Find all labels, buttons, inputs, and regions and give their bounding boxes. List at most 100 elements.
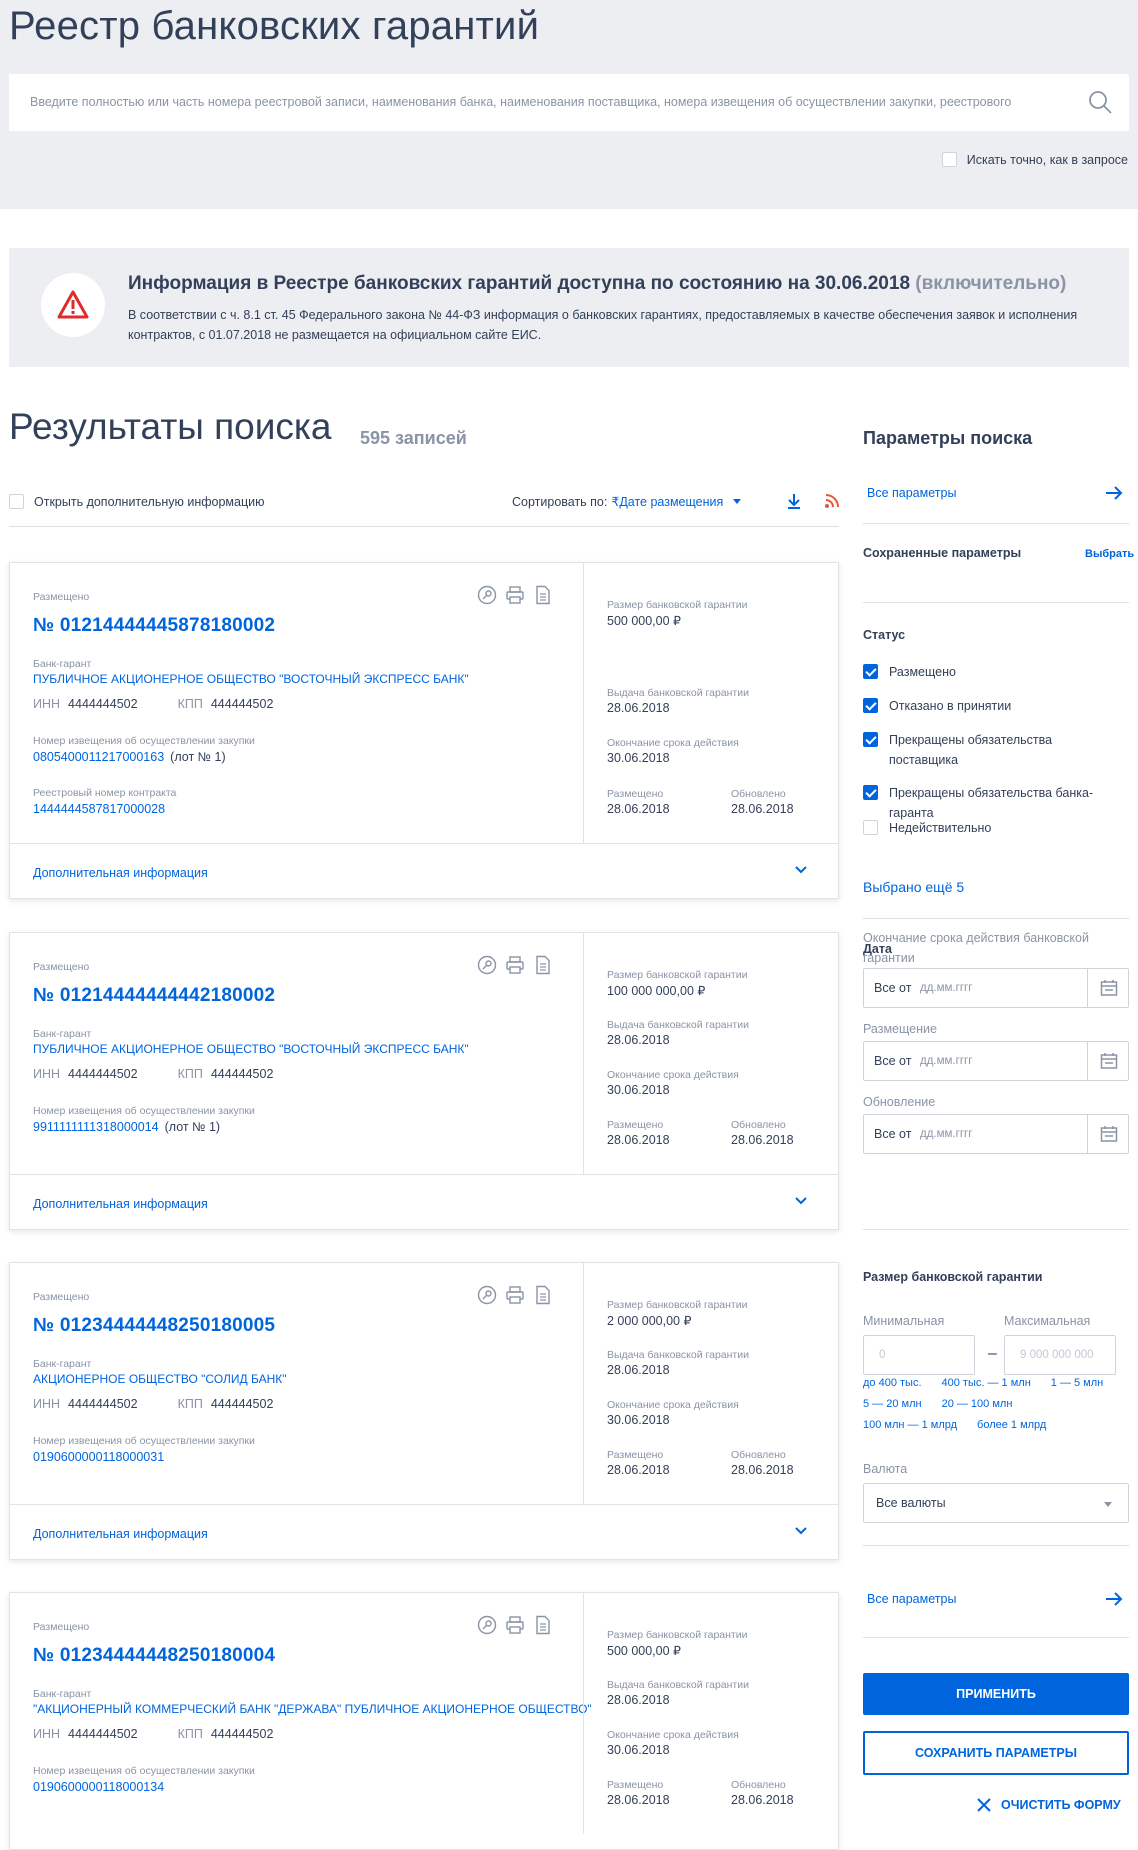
key-icon[interactable]	[477, 955, 497, 975]
contract-number-link[interactable]: 1444444587817000028	[33, 802, 165, 816]
currency-select[interactable]: Все валюты	[863, 1483, 1129, 1523]
max-amount-input[interactable]: 9 000 000 000	[1004, 1335, 1116, 1375]
end-label: Окончание срока действия	[607, 1399, 739, 1411]
bank-name-link[interactable]: ПУБЛИЧНОЕ АКЦИОНЕРНОЕ ОБЩЕСТВО "ВОСТОЧНЫ…	[33, 1042, 469, 1056]
search-input[interactable]: Введите полностью или часть номера реест…	[9, 74, 1129, 131]
more-selected-link[interactable]: Выбрано ещё 5	[863, 879, 964, 895]
status-checkbox[interactable]: Прекращены обязательства поставщика	[863, 730, 1109, 770]
bank-name-link[interactable]: ПУБЛИЧНОЕ АКЦИОНЕРНОЕ ОБЩЕСТВО "ВОСТОЧНЫ…	[33, 672, 469, 686]
notice-number-link[interactable]: 0190600000118000031	[33, 1450, 164, 1464]
end-label: Окончание срока действия	[607, 737, 739, 749]
updated-date: 28.06.2018	[731, 1463, 794, 1477]
end-date: 30.06.2018	[607, 1083, 670, 1097]
registry-number-link[interactable]: № 01214444445878180002	[33, 615, 275, 637]
chip[interactable]: 400 тыс. — 1 млн	[942, 1377, 1031, 1389]
checkbox[interactable]	[863, 698, 878, 713]
checkbox[interactable]	[863, 732, 878, 747]
status-checkbox[interactable]: Отказано в принятии	[863, 696, 1109, 716]
checkbox[interactable]	[9, 494, 24, 509]
card-actions	[477, 585, 553, 605]
additional-info-toggle[interactable]: Дополнительная информация	[10, 1504, 838, 1560]
print-icon[interactable]	[505, 1615, 525, 1635]
chip[interactable]: 100 млн — 1 млрд	[863, 1419, 957, 1431]
arrow-right-icon[interactable]	[1105, 1591, 1123, 1607]
updated-label: Обновлено	[731, 1449, 786, 1461]
card-actions	[477, 1285, 553, 1305]
document-icon[interactable]	[533, 585, 553, 605]
calendar-icon[interactable]	[1100, 979, 1118, 997]
amount-value: 500 000,00 ₽	[607, 614, 681, 628]
chevron-down-icon	[733, 499, 742, 504]
sort-control[interactable]: Сортировать по: ₹Дате размещения	[512, 494, 742, 509]
document-icon[interactable]	[533, 1285, 553, 1305]
open-additional-checkbox[interactable]: Открыть дополнительную информацию	[9, 494, 265, 509]
status-checkbox[interactable]: Прекращены обязательства банка-гаранта	[863, 783, 1109, 823]
notice-number-link[interactable]: 9911111111318000014 (лот № 1)	[33, 1120, 220, 1134]
date-range-input[interactable]: Все от дд.мм.гггг	[863, 1114, 1129, 1154]
chip[interactable]: 5 — 20 млн	[863, 1398, 922, 1410]
document-icon[interactable]	[533, 1615, 553, 1635]
checkbox[interactable]	[863, 820, 878, 835]
registry-number-link[interactable]: № 01214444444442180002	[33, 985, 275, 1007]
print-icon[interactable]	[505, 955, 525, 975]
chip[interactable]: 1 — 5 млн	[1051, 1377, 1103, 1389]
additional-info-label: Дополнительная информация	[33, 1197, 208, 1211]
calendar-icon[interactable]	[1100, 1052, 1118, 1070]
notice-number-label: Номер извещения об осуществлении закупки	[33, 735, 255, 747]
key-icon[interactable]	[477, 585, 497, 605]
sort-value[interactable]: ₹Дате размещения	[611, 494, 723, 509]
registry-number-link[interactable]: № 01234444448250180005	[33, 1315, 275, 1337]
exact-search-checkbox[interactable]: Искать точно, как в запросе	[941, 152, 1128, 167]
issue-date: 28.06.2018	[607, 1033, 670, 1047]
chip[interactable]: 20 — 100 млн	[942, 1398, 1013, 1410]
inn-kpp: ИНН 4444444502 КПП 444444502	[33, 1727, 274, 1741]
status-section-title: Статус	[863, 628, 906, 642]
notice-number-link[interactable]: 0805400011217000163 (лот № 1)	[33, 750, 226, 764]
bank-name-link[interactable]: АКЦИОНЕРНОЕ ОБЩЕСТВО "СОЛИД БАНК"	[33, 1372, 287, 1386]
date-field-label: Размещение	[863, 1022, 937, 1036]
end-label: Окончание срока действия	[607, 1069, 739, 1081]
open-additional-label: Открыть дополнительную информацию	[34, 494, 265, 509]
date-range-input[interactable]: Все от дд.мм.гггг	[863, 1041, 1129, 1081]
apply-button[interactable]: ПРИМЕНИТЬ	[863, 1673, 1129, 1715]
key-icon[interactable]	[477, 1615, 497, 1635]
status-checkbox[interactable]: Размещено	[863, 662, 1109, 682]
checkbox[interactable]	[941, 152, 957, 167]
amount-label: Размер банковской гарантии	[607, 1629, 748, 1641]
bank-label: Банк-гарант	[33, 1358, 92, 1370]
date-range-input[interactable]: Все от дд.мм.гггг	[863, 968, 1129, 1008]
chip[interactable]: более 1 млрд	[977, 1419, 1046, 1431]
issue-date: 28.06.2018	[607, 1693, 670, 1707]
search-icon[interactable]	[1087, 89, 1113, 115]
all-params-link[interactable]: Все параметры	[867, 486, 956, 500]
checkbox[interactable]	[863, 664, 878, 679]
checkbox[interactable]	[863, 785, 878, 800]
print-icon[interactable]	[505, 1285, 525, 1305]
calendar-icon[interactable]	[1100, 1125, 1118, 1143]
additional-info-toggle[interactable]: Дополнительная информация	[10, 1174, 838, 1230]
download-icon[interactable]	[786, 492, 802, 510]
divider	[863, 602, 1129, 603]
additional-info-toggle[interactable]: Дополнительная информация	[10, 843, 838, 899]
search-params-title: Параметры поиска	[863, 428, 1033, 448]
notice-title: Информация в Реестре банковских гарантий…	[128, 273, 1067, 294]
rss-icon[interactable]	[824, 493, 840, 509]
bank-label: Банк-гарант	[33, 1688, 92, 1700]
notice-number-link[interactable]: 0190600000118000134	[33, 1780, 164, 1794]
status-checkbox[interactable]: Недействительно	[863, 818, 1109, 838]
max-label: Максимальная	[1004, 1314, 1091, 1328]
min-amount-input[interactable]: 0	[863, 1335, 975, 1375]
all-params-link[interactable]: Все параметры	[867, 1592, 956, 1606]
registry-number-link[interactable]: № 01234444448250180004	[33, 1645, 275, 1667]
document-icon[interactable]	[533, 955, 553, 975]
clear-form-button[interactable]: ОЧИСТИТЬ ФОРМУ	[977, 1798, 1121, 1812]
bank-name-link[interactable]: "АКЦИОНЕРНЫЙ КОММЕРЧЕСКИЙ БАНК "ДЕРЖАВА"…	[33, 1702, 592, 1716]
key-icon[interactable]	[477, 1285, 497, 1305]
arrow-right-icon[interactable]	[1105, 485, 1123, 501]
chip[interactable]: до 400 тыс.	[863, 1377, 922, 1389]
choose-saved-link[interactable]: Выбрать	[1085, 548, 1134, 560]
issue-label: Выдача банковской гарантии	[607, 1349, 749, 1361]
print-icon[interactable]	[505, 585, 525, 605]
updated-date: 28.06.2018	[731, 1133, 794, 1147]
save-params-button[interactable]: СОХРАНИТЬ ПАРАМЕТРЫ	[863, 1731, 1129, 1775]
